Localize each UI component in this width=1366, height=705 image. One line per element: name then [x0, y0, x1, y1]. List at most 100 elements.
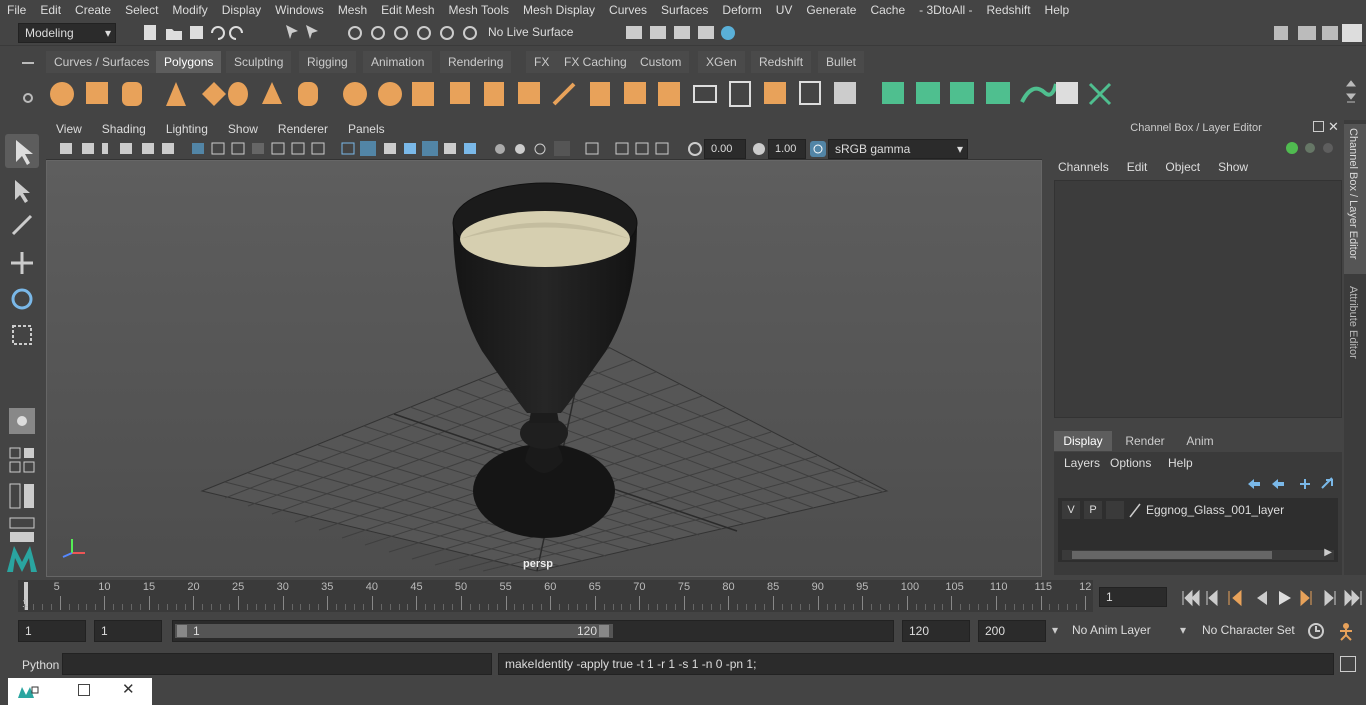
safe-action-icon[interactable] — [291, 142, 305, 155]
new-layer-icon[interactable] — [1300, 479, 1310, 489]
time-slider[interactable]: 1 5 10 15 20 25 30 35 40 45 50 55 60 65 70 75 80 85 90 95 1… — [18, 580, 1093, 612]
uv-cylindrical-icon[interactable] — [916, 82, 940, 104]
single-pane-layout-icon[interactable] — [5, 444, 39, 478]
poly-plane-icon[interactable] — [202, 82, 226, 106]
viewport-menu-0[interactable]: View — [46, 122, 92, 136]
scroll-right-icon[interactable]: ▶ — [1324, 547, 1332, 558]
animation-preferences-icon[interactable] — [1336, 621, 1356, 641]
snap-view-icon[interactable] — [417, 26, 431, 40]
two-d-pan-icon[interactable] — [142, 143, 154, 154]
render-settings-icon[interactable] — [698, 26, 714, 39]
poly-cube-icon[interactable] — [86, 82, 108, 104]
next-key-icon[interactable] — [1300, 589, 1312, 607]
range-end-grip[interactable] — [599, 625, 609, 637]
bevel-icon[interactable] — [590, 82, 610, 106]
shelf-tab-10[interactable]: Redshift — [751, 51, 812, 73]
channels-menu[interactable]: Channels — [1058, 160, 1109, 178]
channel-list[interactable] — [1054, 180, 1342, 418]
xray-joints-icon[interactable] — [615, 142, 629, 155]
resolution-gate-icon[interactable] — [231, 142, 245, 155]
menu-5[interactable]: Display — [215, 0, 268, 20]
shelf-tab-4[interactable]: Animation — [363, 51, 433, 73]
camera-attributes-icon[interactable] — [82, 143, 94, 154]
frame-all-icon[interactable] — [655, 142, 669, 155]
anti-aliasing-icon[interactable] — [515, 144, 525, 154]
layers-menu[interactable]: Layers — [1064, 456, 1100, 470]
fill-hole-icon[interactable] — [693, 85, 717, 103]
append-icon[interactable] — [658, 82, 680, 106]
restore-window-icon[interactable] — [16, 684, 40, 700]
playback-start-input[interactable]: 1 — [94, 620, 162, 642]
move-tool-icon[interactable] — [5, 246, 39, 280]
circle-toggle-icon[interactable] — [1305, 143, 1315, 153]
layer-display-type-toggle[interactable] — [1106, 501, 1124, 519]
tab-channel-box-layer-editor[interactable]: Channel Box / Layer Editor — [1344, 124, 1366, 274]
axis-toggle-icon[interactable] — [1286, 142, 1298, 154]
playback-end-input[interactable]: 120 — [902, 620, 970, 642]
move-layer-down-icon[interactable] — [1272, 479, 1284, 489]
poly-pyramid-icon[interactable] — [262, 82, 282, 104]
menu-4[interactable]: Modify — [165, 0, 214, 20]
help-menu[interactable]: Help — [1168, 456, 1193, 470]
menu-17[interactable]: - 3DtoAll - — [912, 0, 979, 20]
snap-point-icon[interactable] — [394, 26, 408, 40]
layer-row[interactable]: V P Eggnog_Glass_001_layer — [1058, 500, 1336, 520]
viewport-menu-4[interactable]: Renderer — [268, 122, 338, 136]
show-menu[interactable]: Show — [1218, 160, 1248, 178]
attribute-editor-toggle-icon[interactable] — [1298, 26, 1316, 40]
range-slider[interactable]: 1 120 — [172, 620, 894, 642]
modeling-toolkit-icon[interactable] — [1274, 26, 1288, 40]
close-icon[interactable]: ✕ — [122, 680, 135, 698]
poly-pipe-icon[interactable] — [298, 82, 318, 106]
multi-cut-icon[interactable] — [552, 82, 576, 106]
target-weld-icon[interactable] — [764, 82, 786, 104]
open-scene-icon[interactable] — [166, 29, 182, 40]
select-object-icon[interactable] — [306, 25, 318, 39]
scale-tool-icon[interactable] — [5, 318, 39, 352]
shelf-tab-8[interactable]: Custom — [632, 51, 690, 73]
shelf-settings-gear-icon[interactable] — [22, 92, 34, 104]
uv-unfold-icon[interactable] — [1020, 83, 1058, 103]
shelf-tab-11[interactable]: Bullet — [818, 51, 865, 73]
tab-anim[interactable]: Anim — [1174, 431, 1226, 451]
poly-cone-icon[interactable] — [166, 82, 186, 106]
mirror-icon[interactable] — [412, 82, 434, 106]
screen-space-ao-icon[interactable] — [464, 143, 476, 154]
snap-live-icon[interactable] — [463, 26, 477, 40]
lasso-tool-icon[interactable] — [5, 172, 39, 206]
step-back-key-icon[interactable] — [1206, 589, 1218, 607]
image-plane-icon[interactable] — [120, 143, 132, 154]
uv-spherical-icon[interactable] — [950, 82, 974, 104]
float-panel-icon[interactable] — [1313, 121, 1324, 132]
depth-of-field-icon[interactable] — [534, 143, 546, 155]
poly-sphere-icon[interactable] — [50, 82, 74, 106]
wireframe-on-shaded-icon[interactable] — [384, 143, 396, 154]
gamma-input[interactable]: 1.00 — [768, 139, 806, 159]
tool-settings-icon[interactable] — [1322, 26, 1338, 40]
bookmark-icon[interactable] — [102, 143, 108, 154]
undo-icon[interactable] — [211, 26, 225, 40]
edit-menu[interactable]: Edit — [1127, 160, 1148, 178]
scene-start-input[interactable]: 1 — [18, 620, 86, 642]
close-icon[interactable]: ✕ — [1328, 119, 1339, 135]
current-frame-input[interactable]: 1 — [1099, 587, 1167, 607]
shelf-tab-2[interactable]: Sculpting — [226, 51, 292, 73]
render-frame-icon[interactable] — [626, 26, 642, 39]
gate-mask-icon[interactable] — [252, 143, 264, 154]
prev-key-icon[interactable] — [1228, 589, 1242, 607]
color-management-icon[interactable] — [809, 140, 827, 158]
step-forward-key-icon[interactable] — [1324, 589, 1336, 607]
shelf-menu-icon[interactable] — [22, 62, 34, 64]
script-editor-icon[interactable] — [1340, 656, 1356, 672]
menu-3[interactable]: Select — [118, 0, 165, 20]
viewport-menu-2[interactable]: Lighting — [156, 122, 218, 136]
center-pivot-icon[interactable] — [799, 81, 821, 105]
new-scene-icon[interactable] — [144, 25, 156, 40]
channel-box-toggle-icon[interactable] — [1342, 24, 1362, 42]
color-space-dropdown[interactable]: sRGB gamma ▾ — [828, 139, 968, 159]
perspective-viewport[interactable]: persp — [46, 160, 1042, 577]
viewport-menu-1[interactable]: Shading — [92, 122, 156, 136]
viewport-menu-3[interactable]: Show — [218, 122, 268, 136]
chevron-down-icon[interactable]: ▾ — [1052, 623, 1058, 637]
uv-checker-icon[interactable] — [1056, 82, 1078, 104]
